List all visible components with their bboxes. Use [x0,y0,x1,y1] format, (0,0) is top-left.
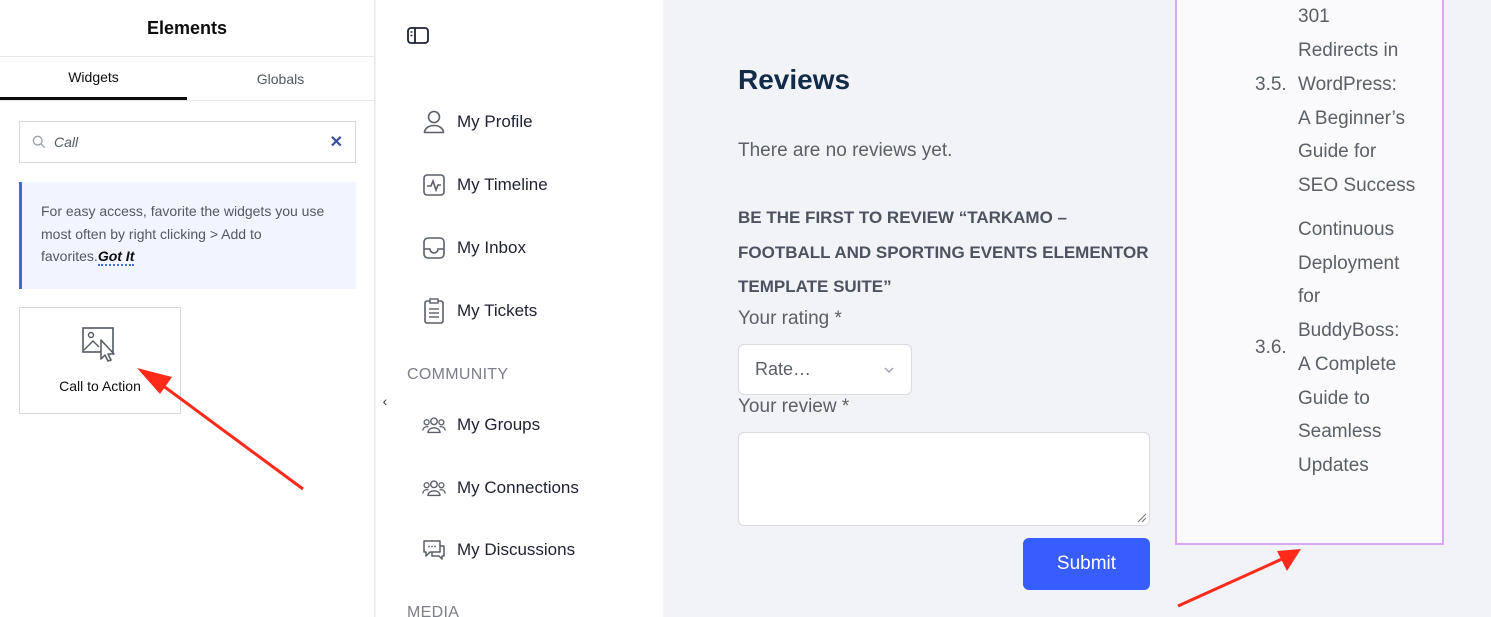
resize-handle-icon[interactable] [1137,513,1147,523]
first-review-heading: BE THE FIRST TO REVIEW “TARKAMO – FOOTBA… [738,208,1149,296]
nav-item-label: My Timeline [457,175,548,194]
review-textarea[interactable] [738,432,1150,526]
notice-text: For easy access, favorite the widgets yo… [41,203,325,264]
tab-globals[interactable]: Globals [187,57,374,100]
buddypanel: My Profile My Timeline My Inbox My Ticke… [376,0,663,617]
toc-line: Continuous [1298,219,1395,240]
toc-line: Updates [1298,455,1369,476]
toc-line: A Complete [1298,354,1397,375]
nav-item-label: My Groups [457,415,541,434]
discussions-icon [422,538,446,562]
toc-line: SEO Success [1298,175,1416,196]
toc-line: Guide for [1298,141,1377,162]
widget-search: ✕ [19,121,356,163]
toc-line: BuddyBoss: [1298,320,1400,341]
panel-title: Elements [0,0,374,57]
chevron-down-icon [884,367,894,373]
groups-icon [422,413,446,437]
widget-call-to-action[interactable]: Call to Action [19,307,181,414]
toc-line: Seamless [1298,421,1382,442]
nav-item-my-timeline[interactable]: My Timeline [422,173,548,197]
nav-item-label: My Tickets [457,301,538,320]
chevron-left-icon: ‹ [382,393,388,409]
submit-button[interactable]: Submit [1023,538,1150,590]
nav-item-label: My Profile [457,112,533,131]
collapse-panel-button[interactable]: ‹ [376,370,394,432]
close-icon[interactable]: ✕ [330,132,343,152]
reviews-title: Reviews [738,64,851,95]
nav-item-my-connections[interactable]: My Connections [422,476,579,500]
reviews-section: Reviews There are no reviews yet. BE THE… [738,0,1158,617]
rating-label: Your rating * [738,308,842,329]
nav-item-label: My Connections [457,478,579,497]
no-reviews-text: There are no reviews yet. [738,140,953,161]
toc-number: 3.5. [1255,74,1287,95]
nav-item-my-tickets[interactable]: My Tickets [422,298,538,324]
search-input[interactable] [54,134,330,150]
clipboard-icon [422,298,446,324]
table-of-contents: 301 3.5. Redirects in WordPress: A Begin… [1175,0,1444,545]
got-it-link[interactable]: Got It [97,248,135,266]
arrow-to-toc [1177,549,1301,608]
nav-item-my-inbox[interactable]: My Inbox [422,236,526,260]
activity-icon [422,173,446,197]
nav-section-media: MEDIA [407,604,460,617]
nav-section-community: COMMUNITY [407,366,509,383]
rating-select-value: Rate… [755,359,812,379]
favorites-notice: For easy access, favorite the widgets yo… [19,182,356,289]
call-to-action-icon [82,327,115,362]
toc-fragment-text: 301 [1298,6,1330,27]
nav-item-label: My Discussions [457,540,576,559]
toc-line: Guide to [1298,388,1370,409]
review-label: Your review * [738,396,850,417]
connections-icon [422,476,446,500]
widget-label: Call to Action [59,378,141,394]
inbox-icon [422,236,446,260]
nav-item-my-discussions[interactable]: My Discussions [422,538,575,562]
toc-line: Redirects in [1298,40,1399,61]
toc-line: Deployment [1298,253,1400,274]
nav-item-my-profile[interactable]: My Profile [422,110,533,134]
sidebar-toggle-icon[interactable] [407,27,429,44]
toc-number: 3.6. [1255,337,1287,358]
nav-item-my-groups[interactable]: My Groups [422,413,540,437]
panel-tabs: Widgets Globals [0,57,374,101]
rating-select[interactable]: Rate… [738,344,912,395]
user-icon [422,110,446,134]
tab-widgets[interactable]: Widgets [0,57,187,100]
search-icon [32,135,46,149]
toc-line: A Beginner’s [1298,108,1406,129]
nav-item-label: My Inbox [457,238,526,257]
toc-line: for [1298,286,1321,307]
elements-panel: Elements Widgets Globals ✕ For easy acce… [0,0,375,617]
toc-line: WordPress: [1298,74,1397,95]
